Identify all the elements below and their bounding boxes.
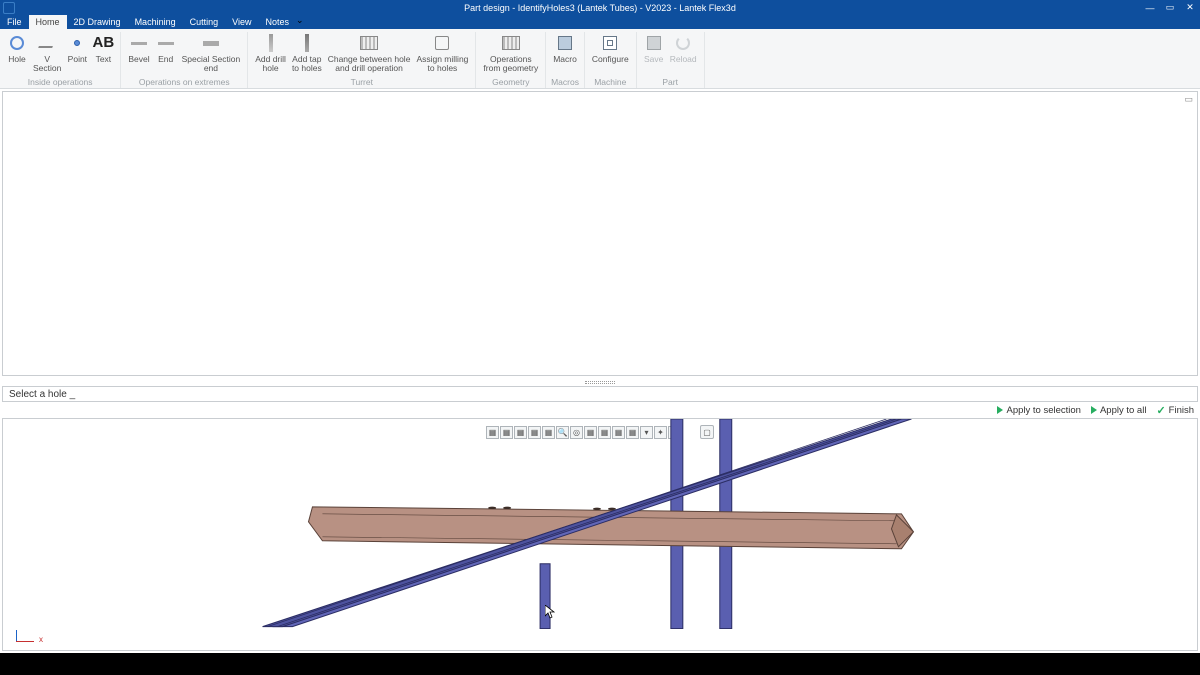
command-prompt[interactable]: Select a hole _ [2, 386, 1198, 402]
end-icon [156, 32, 176, 54]
configure-icon [600, 32, 620, 54]
viewport-3d[interactable]: ▦ ▦ ▦ ▦ ▦ 🔍 ◎ ▦ ▦ ▦ ▦ ▾ ✦ ▾ ▢ [2, 418, 1198, 651]
special-section-end-button[interactable]: Special Section end [179, 32, 244, 73]
assign-milling-button[interactable]: Assign milling to holes [413, 32, 471, 73]
panel-collapse-icon[interactable]: ▭ [1184, 94, 1193, 105]
reload-icon [673, 32, 693, 54]
special-section-end-icon [201, 32, 221, 54]
ribbon-group-part: Save Reload Part [637, 32, 705, 88]
milling-icon [432, 32, 452, 54]
ribbon-collapse-icon[interactable]: ⌄ [296, 15, 304, 29]
window-controls: — ▭ ✕ [1140, 0, 1200, 15]
add-tap-button[interactable]: Add tap to holes [289, 32, 325, 73]
text-icon: AB [93, 32, 113, 54]
reload-button[interactable]: Reload [667, 32, 700, 64]
ribbon-group-turret: Add drill hole Add tap to holes Change b… [248, 32, 476, 88]
save-icon [644, 32, 664, 54]
tab-home[interactable]: Home [29, 15, 67, 29]
tab-2d-drawing[interactable]: 2D Drawing [67, 15, 128, 29]
ribbon-group-geometry: Operations from geometry Geometry [476, 32, 546, 88]
group-label-part: Part [662, 77, 678, 88]
configure-button[interactable]: Configure [589, 32, 632, 64]
text-button[interactable]: AB Text [90, 32, 116, 64]
window-title: Part design - IdentifyHoles3 (Lantek Tub… [464, 3, 736, 13]
tab-view[interactable]: View [225, 15, 258, 29]
origin-axes: x [13, 626, 43, 644]
point-button[interactable]: Point [64, 32, 90, 64]
group-label-inside: Inside operations [28, 77, 93, 88]
apply-to-selection-button[interactable]: Apply to selection [997, 405, 1080, 416]
bevel-button[interactable]: Bevel [125, 32, 152, 64]
bevel-icon [129, 32, 149, 54]
tab-machining[interactable]: Machining [128, 15, 183, 29]
model-render [3, 419, 1197, 629]
drill-hole-icon [261, 32, 281, 54]
macro-button[interactable]: Macro [550, 32, 580, 64]
ribbon: Hole V Section Point AB Text Inside oper… [0, 29, 1200, 89]
ribbon-group-extremes: Bevel End Special Section end Operations… [121, 32, 248, 88]
hole-icon [7, 32, 27, 54]
hole-button[interactable]: Hole [4, 32, 30, 64]
menu-tabs: File Home 2D Drawing Machining Cutting V… [0, 15, 1200, 29]
add-drill-hole-button[interactable]: Add drill hole [252, 32, 289, 73]
operations-from-geometry-button[interactable]: Operations from geometry [480, 32, 541, 73]
geometry-icon [501, 32, 521, 54]
maximize-button[interactable]: ▭ [1160, 0, 1180, 15]
command-text: Select a hole _ [9, 389, 75, 400]
finish-button[interactable]: ✓ Finish [1156, 404, 1194, 417]
ribbon-group-macros: Macro Macros [546, 32, 585, 88]
point-icon [67, 32, 87, 54]
ribbon-group-inside-operations: Hole V Section Point AB Text Inside oper… [0, 32, 121, 88]
app-logo-icon [3, 2, 15, 14]
group-label-macros: Macros [551, 77, 579, 88]
command-actions: Apply to selection Apply to all ✓ Finish [0, 402, 1200, 418]
group-label-extremes: Operations on extremes [139, 77, 230, 88]
apply-all-icon [1091, 406, 1097, 414]
tab-notes[interactable]: Notes [258, 15, 296, 29]
group-label-turret: Turret [351, 77, 373, 88]
bottom-bar [0, 653, 1200, 675]
tab-file[interactable]: File [0, 15, 29, 29]
tab-cutting[interactable]: Cutting [183, 15, 226, 29]
minimize-button[interactable]: — [1140, 0, 1160, 15]
end-button[interactable]: End [153, 32, 179, 64]
v-section-button[interactable]: V Section [30, 32, 64, 73]
change-op-icon [359, 32, 379, 54]
group-label-machine: Machine [594, 77, 626, 88]
upper-sketch-panel[interactable]: ▭ [2, 91, 1198, 376]
macro-icon [555, 32, 575, 54]
group-label-geometry: Geometry [492, 77, 529, 88]
v-section-icon [37, 32, 57, 54]
titlebar: Part design - IdentifyHoles3 (Lantek Tub… [0, 0, 1200, 15]
panel-splitter[interactable] [0, 378, 1200, 386]
apply-selection-icon [997, 406, 1003, 414]
splitter-grip-icon [585, 381, 615, 384]
apply-to-all-button[interactable]: Apply to all [1091, 405, 1146, 416]
finish-check-icon: ✓ [1156, 404, 1165, 417]
change-hole-drill-button[interactable]: Change between hole and drill operation [325, 32, 414, 73]
save-button[interactable]: Save [641, 32, 667, 64]
ribbon-group-machine: Configure Machine [585, 32, 637, 88]
axis-x-label: x [39, 635, 43, 644]
tap-icon [297, 32, 317, 54]
close-button[interactable]: ✕ [1180, 0, 1200, 15]
